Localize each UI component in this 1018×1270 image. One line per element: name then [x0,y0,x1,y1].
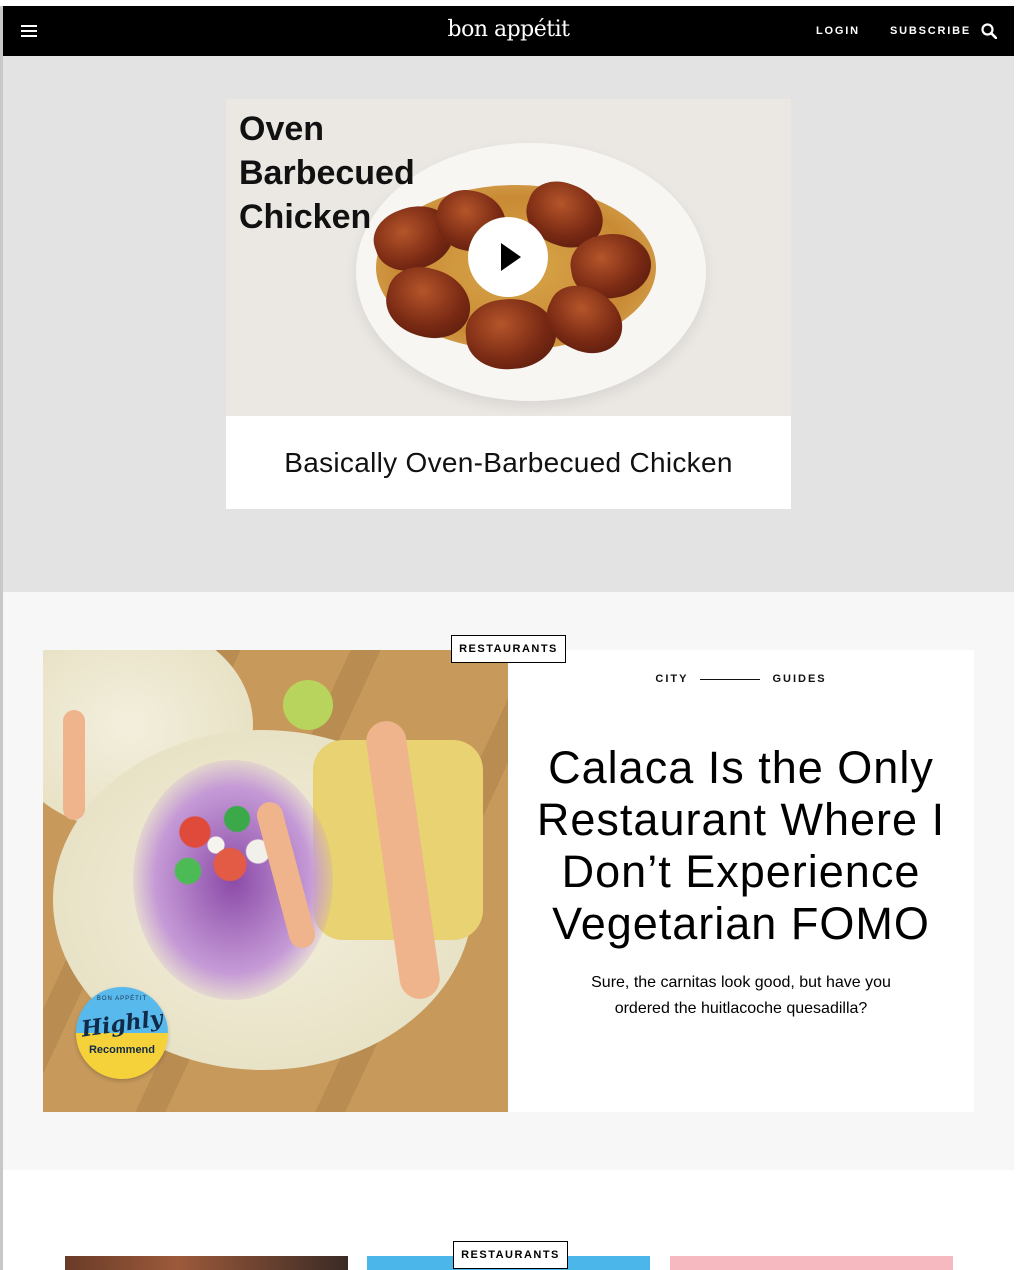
feature-dek: Sure, the carnitas look good, but have y… [591,974,891,1017]
play-button[interactable] [468,217,548,297]
video-title: Oven Barbecued Chicken [239,110,415,236]
category-tag[interactable]: RESTAURANTS [453,1241,568,1269]
rubric-divider [700,678,761,680]
video-thumbnail[interactable]: Oven Barbecued Chicken [226,99,791,416]
bottom-cards-section: RESTAURANTS [3,1170,1014,1270]
rubric-guides-link[interactable]: GUIDES [772,673,826,685]
video-card[interactable]: Oven Barbecued Chicken Basically Oven-Ba… [226,99,791,509]
feature-text-panel: CITY GUIDES Calaca Is the Only Restauran… [508,650,974,1112]
hamburger-menu-icon[interactable] [21,25,37,37]
login-link[interactable]: LOGIN [816,25,860,37]
rubric: CITY GUIDES [508,673,974,685]
hero-video-section: Oven Barbecued Chicken Basically Oven-Ba… [3,56,1014,592]
feature-image[interactable]: BON APPÉTIT Highly Recommend [43,650,508,1112]
card-thumbnail[interactable] [65,1256,348,1270]
search-icon[interactable] [981,23,997,39]
rubric-city-link[interactable]: CITY [655,673,688,685]
feature-article-section: RESTAURANTS BON APPÉTIT Highly Recommend… [3,592,1014,1170]
lime-image [283,680,333,730]
sauce-drizzle [63,710,85,820]
card-thumbnail[interactable] [670,1256,953,1270]
video-caption[interactable]: Basically Oven-Barbecued Chicken [226,416,791,509]
highly-recommend-badge: BON APPÉTIT Highly Recommend [76,987,168,1079]
category-tag[interactable]: RESTAURANTS [451,635,566,663]
badge-brand: BON APPÉTIT [96,996,148,1002]
play-icon [501,243,521,271]
site-header: bon appétit LOGIN SUBSCRIBE [3,6,1014,56]
window-edge [1014,6,1018,1270]
badge-label: Recommend [88,1044,156,1056]
badge-script: Highly [79,1005,165,1043]
site-logo[interactable]: bon appétit [447,17,570,42]
subscribe-link[interactable]: SUBSCRIBE [890,25,971,37]
feature-headline[interactable]: Calaca Is the Only Restaurant Where I Do… [518,742,964,950]
